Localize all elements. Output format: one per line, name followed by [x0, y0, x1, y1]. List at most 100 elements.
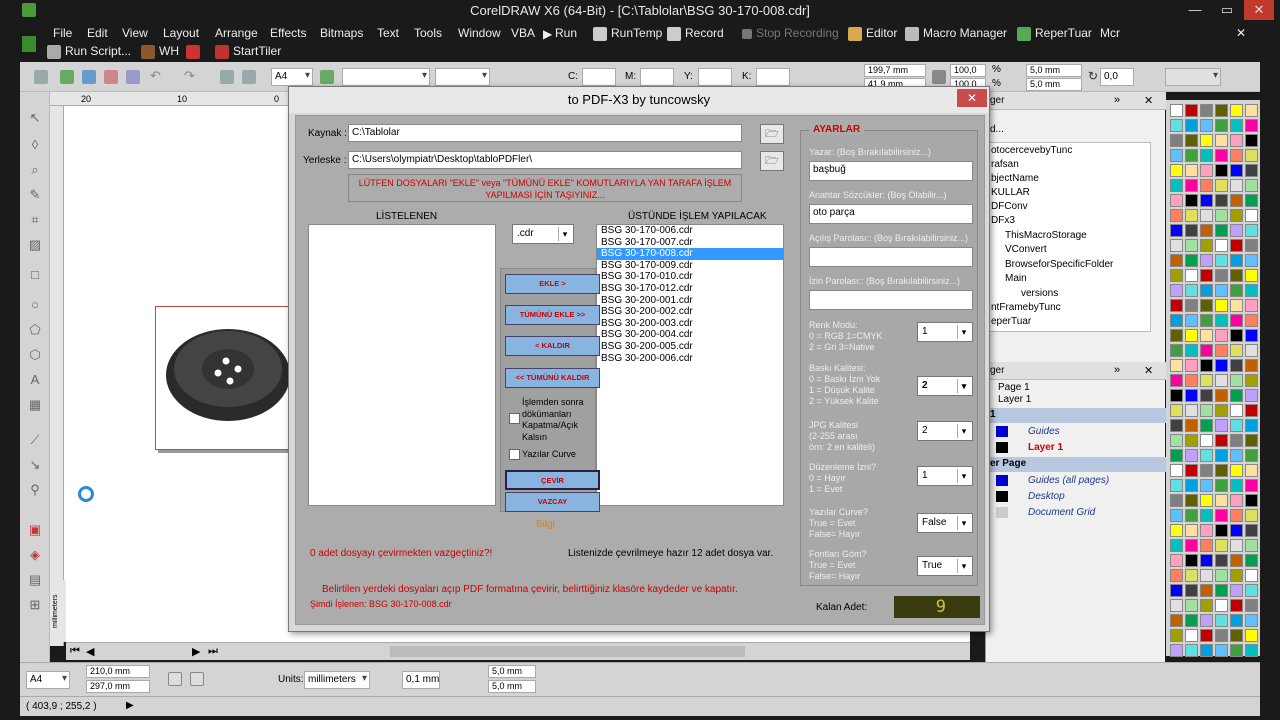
- palette-swatch[interactable]: [1185, 434, 1198, 447]
- palette-swatch[interactable]: [1245, 329, 1258, 342]
- document-page[interactable]: [155, 306, 295, 450]
- palette-swatch[interactable]: [1170, 554, 1183, 567]
- palette-swatch[interactable]: [1170, 434, 1183, 447]
- maximize-button[interactable]: ▭: [1212, 0, 1242, 20]
- mcr-button[interactable]: Mcr: [1100, 26, 1120, 40]
- palette-swatch[interactable]: [1215, 479, 1228, 492]
- ellipse-tool-icon[interactable]: ○: [27, 297, 43, 313]
- palette-swatch[interactable]: [1230, 314, 1243, 327]
- palette-swatch[interactable]: [1230, 134, 1243, 147]
- layer-item[interactable]: Layer 1: [998, 394, 1031, 405]
- palette-swatch[interactable]: [1245, 389, 1258, 402]
- portrait-icon[interactable]: [168, 672, 182, 686]
- palette-swatch[interactable]: [1170, 179, 1183, 192]
- palette-swatch[interactable]: [1200, 344, 1213, 357]
- palette-swatch[interactable]: [1230, 569, 1243, 582]
- palette-swatch[interactable]: [1230, 359, 1243, 372]
- palette-swatch[interactable]: [1245, 119, 1258, 132]
- tree-item[interactable]: ThisMacroStorage: [1005, 230, 1087, 241]
- text-curve-select[interactable]: False ▾: [917, 513, 973, 533]
- palette-swatch[interactable]: [1215, 389, 1228, 402]
- palette-swatch[interactable]: [1170, 524, 1183, 537]
- palette-swatch[interactable]: [1230, 614, 1243, 627]
- palette-swatch[interactable]: [1215, 434, 1228, 447]
- palette-swatch[interactable]: [1185, 599, 1198, 612]
- palette-swatch[interactable]: [1215, 554, 1228, 567]
- page-height-field[interactable]: 297,0 mm: [86, 680, 150, 693]
- palette-swatch[interactable]: [1170, 614, 1183, 627]
- palette-swatch[interactable]: [1185, 179, 1198, 192]
- palette-swatch[interactable]: [1200, 299, 1213, 312]
- dimension-tool-icon[interactable]: ⟋: [27, 432, 43, 448]
- zoom-tool-icon[interactable]: ⌕: [27, 162, 43, 178]
- palette-swatch[interactable]: [1200, 179, 1213, 192]
- palette-swatch[interactable]: [1230, 299, 1243, 312]
- palette-swatch[interactable]: [1185, 119, 1198, 132]
- palette-swatch[interactable]: [1200, 224, 1213, 237]
- minimize-button[interactable]: —: [1180, 0, 1210, 20]
- palette-swatch[interactable]: [1200, 314, 1213, 327]
- docker-collapse-icon[interactable]: »: [1114, 94, 1120, 106]
- palette-swatch[interactable]: [1230, 149, 1243, 162]
- author-field[interactable]: başbuğ: [809, 161, 973, 181]
- nudge-field[interactable]: 0,1 mm: [402, 671, 440, 689]
- palette-swatch[interactable]: [1215, 104, 1228, 117]
- palette-swatch[interactable]: [1170, 359, 1183, 372]
- palette-swatch[interactable]: [1185, 104, 1198, 117]
- palette-swatch[interactable]: [1200, 104, 1213, 117]
- palette-swatch[interactable]: [1245, 224, 1258, 237]
- connector-tool-icon[interactable]: ↘: [27, 457, 43, 473]
- palette-swatch[interactable]: [1215, 629, 1228, 642]
- cut-icon[interactable]: [126, 70, 140, 84]
- palette-swatch[interactable]: [1245, 359, 1258, 372]
- tree-item[interactable]: VConvert: [1005, 244, 1047, 255]
- tree-item[interactable]: rafsan: [991, 159, 1019, 170]
- info-link[interactable]: Bilgi: [536, 519, 555, 530]
- nudge-x-field[interactable]: 5,0 mm: [1026, 64, 1082, 77]
- tree-item[interactable]: versions: [1021, 288, 1058, 299]
- palette-swatch[interactable]: [1230, 554, 1243, 567]
- table-tool-icon[interactable]: ▦: [27, 397, 43, 413]
- basic-shapes-icon[interactable]: ⬡: [27, 347, 43, 363]
- curve-text-checkbox[interactable]: [509, 449, 520, 460]
- palette-swatch[interactable]: [1245, 164, 1258, 177]
- palette-swatch[interactable]: [1230, 374, 1243, 387]
- text-tool-icon[interactable]: A: [27, 372, 43, 388]
- palette-swatch[interactable]: [1200, 479, 1213, 492]
- palette-swatch[interactable]: [1185, 209, 1198, 222]
- palette-swatch[interactable]: [1170, 209, 1183, 222]
- palette-swatch[interactable]: [1230, 464, 1243, 477]
- palette-swatch[interactable]: [1215, 404, 1228, 417]
- close-window-button[interactable]: ✕: [1244, 0, 1274, 20]
- freehand-tool-icon[interactable]: ✎: [27, 187, 43, 203]
- palette-swatch[interactable]: [1230, 164, 1243, 177]
- palette-swatch[interactable]: [1245, 644, 1258, 657]
- palette-swatch[interactable]: [1215, 119, 1228, 132]
- palette-swatch[interactable]: [1200, 359, 1213, 372]
- duplicate-y-field[interactable]: 5,0 mm: [488, 680, 536, 693]
- palette-swatch[interactable]: [1200, 494, 1213, 507]
- palette-swatch[interactable]: [1215, 359, 1228, 372]
- palette-swatch[interactable]: [1245, 524, 1258, 537]
- palette-swatch[interactable]: [1200, 644, 1213, 657]
- palette-swatch[interactable]: [1245, 614, 1258, 627]
- k-field[interactable]: [756, 68, 790, 86]
- file-list-item[interactable]: BSG 30-200-005.cdr: [597, 341, 783, 353]
- palette-swatch[interactable]: [1230, 329, 1243, 342]
- palette-swatch[interactable]: [1185, 524, 1198, 537]
- embed-fonts-select[interactable]: True ▾: [917, 556, 973, 576]
- remove-button[interactable]: < KALDIR: [505, 336, 600, 356]
- palette-swatch[interactable]: [1215, 419, 1228, 432]
- palette-swatch[interactable]: [1185, 314, 1198, 327]
- palette-swatch[interactable]: [1185, 494, 1198, 507]
- menu-edit[interactable]: Edit: [87, 26, 108, 40]
- palette-swatch[interactable]: [1215, 179, 1228, 192]
- palette-swatch[interactable]: [1215, 464, 1228, 477]
- import-icon[interactable]: [220, 70, 234, 84]
- redo-icon[interactable]: ↷: [184, 68, 195, 84]
- scale-x-field[interactable]: 100,0: [950, 64, 986, 77]
- palette-swatch[interactable]: [1245, 554, 1258, 567]
- palette-swatch[interactable]: [1200, 524, 1213, 537]
- processing-files-listbox[interactable]: BSG 30-170-006.cdr BSG 30-170-007.cdr BS…: [596, 224, 784, 506]
- print-icon[interactable]: [104, 70, 118, 84]
